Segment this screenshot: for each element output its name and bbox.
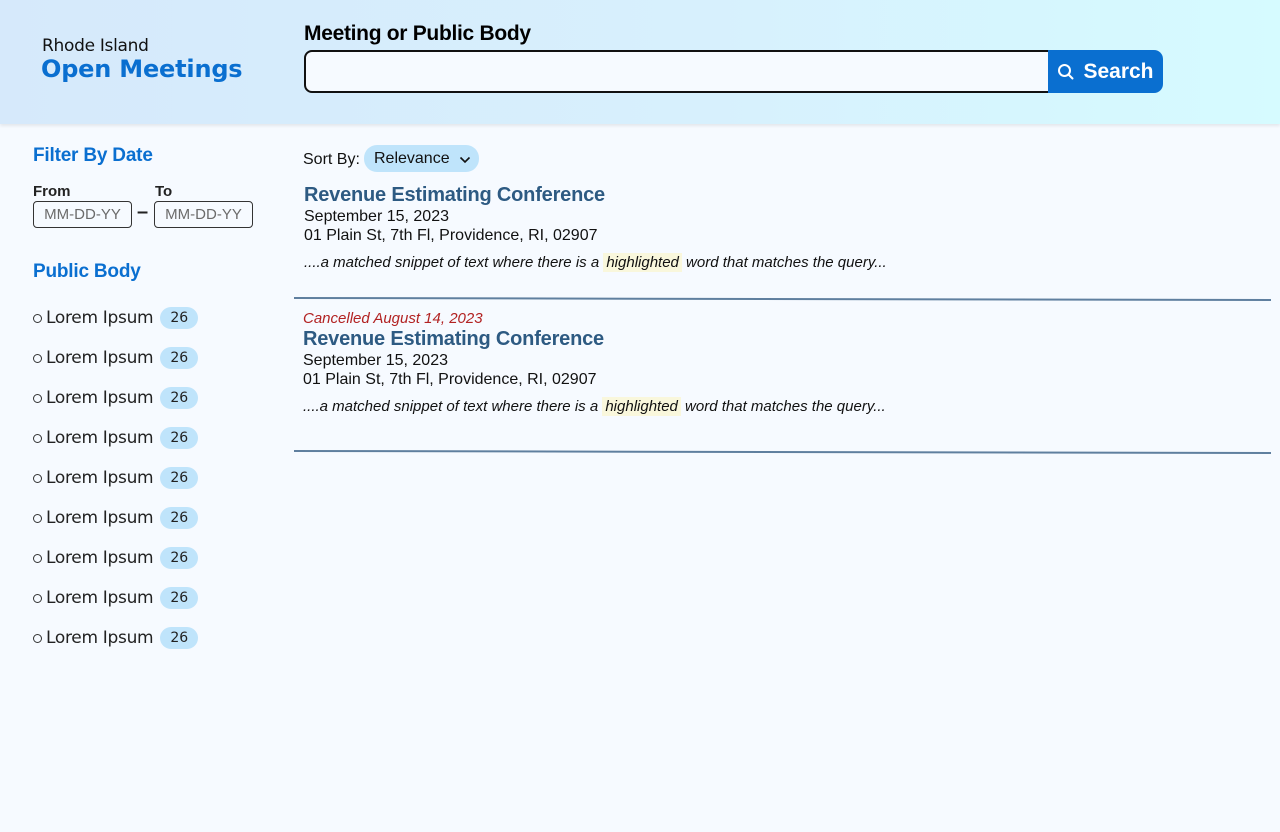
date-range-dash: – [137,201,149,223]
brand-title[interactable]: Open Meetings [41,55,243,83]
count-badge: 26 [160,427,199,449]
radio-button[interactable] [33,513,42,523]
count-badge: 26 [160,627,199,649]
radio-button[interactable] [33,593,42,603]
public-body-label: Lorem Ipsum [46,348,154,368]
radio-button[interactable] [33,633,42,643]
public-body-item[interactable]: Lorem Ipsum 26 [33,298,199,338]
result-title-link[interactable]: Revenue Estimating Conference [304,184,605,207]
result-title-link[interactable]: Revenue Estimating Conference [303,328,604,351]
public-body-heading: Public Body [33,261,141,282]
public-body-label: Lorem Ipsum [46,548,154,568]
public-body-item[interactable]: Lorem Ipsum 26 [33,378,199,418]
to-label: To [155,183,173,200]
count-badge: 26 [160,347,199,369]
filter-by-date-heading: Filter By Date [33,145,153,166]
result-divider [293,449,1272,455]
snippet-text: word that matches the query... [681,254,887,271]
result-snippet: ....a matched snippet of text where ther… [303,397,886,416]
public-body-label: Lorem Ipsum [46,308,154,328]
result-date: September 15, 2023 [304,208,449,225]
result-item: Revenue Estimating Conference September … [304,184,887,272]
radio-button[interactable] [33,473,42,483]
radio-button[interactable] [33,393,42,403]
count-badge: 26 [160,547,199,569]
public-body-label: Lorem Ipsum [46,388,154,408]
public-body-label: Lorem Ipsum [46,508,154,528]
radio-button[interactable] [33,433,42,443]
cancelled-notice: Cancelled August 14, 2023 [303,310,483,327]
public-body-item[interactable]: Lorem Ipsum 26 [33,578,199,618]
snippet-text: ....a matched snippet of text where ther… [304,254,604,271]
count-badge: 26 [160,507,199,529]
highlighted-term: highlighted [602,397,681,416]
public-body-item[interactable]: Lorem Ipsum 26 [33,538,199,578]
radio-button[interactable] [33,353,42,363]
count-badge: 26 [160,587,199,609]
from-date-input[interactable] [33,201,132,228]
public-body-item[interactable]: Lorem Ipsum 26 [33,458,199,498]
public-body-label: Lorem Ipsum [46,588,154,608]
brand-subtitle: Rhode Island [42,36,149,56]
to-date-input[interactable] [154,201,253,228]
search-icon [1057,63,1075,81]
public-body-label: Lorem Ipsum [46,628,154,648]
result-address: 01 Plain St, 7th Fl, Providence, RI, 029… [304,227,598,244]
search-button[interactable]: Search [1048,50,1163,93]
result-item: Cancelled August 14, 2023 Revenue Estima… [303,310,886,416]
radio-button[interactable] [33,313,42,323]
snippet-text: ....a matched snippet of text where ther… [303,398,603,415]
sort-label: Sort By: [303,151,360,168]
count-badge: 26 [160,307,199,329]
public-body-label: Lorem Ipsum [46,428,154,448]
public-body-item[interactable]: Lorem Ipsum 26 [33,418,199,458]
sort-value: Relevance [374,149,450,167]
count-badge: 26 [160,387,199,409]
search-input[interactable] [304,50,1050,93]
chevron-down-icon [459,151,471,169]
highlighted-term: highlighted [603,253,682,272]
public-body-item[interactable]: Lorem Ipsum 26 [33,338,199,378]
radio-button[interactable] [33,553,42,563]
result-address: 01 Plain St, 7th Fl, Providence, RI, 029… [303,371,597,388]
public-body-item[interactable]: Lorem Ipsum 26 [33,498,199,538]
public-body-list: Lorem Ipsum 26 Lorem Ipsum 26 Lorem Ipsu… [33,298,199,658]
snippet-text: word that matches the query... [680,398,886,415]
result-snippet: ....a matched snippet of text where ther… [304,253,887,272]
search-label: Meeting or Public Body [304,22,531,45]
public-body-label: Lorem Ipsum [46,468,154,488]
header: Rhode Island Open Meetings Meeting or Pu… [0,0,1280,124]
public-body-item[interactable]: Lorem Ipsum 26 [33,618,199,658]
sort-dropdown[interactable]: Relevance [364,145,479,172]
search-button-label: Search [1083,59,1154,83]
result-date: September 15, 2023 [303,352,448,369]
from-label: From [33,183,71,200]
count-badge: 26 [160,467,199,489]
result-divider [293,296,1272,302]
